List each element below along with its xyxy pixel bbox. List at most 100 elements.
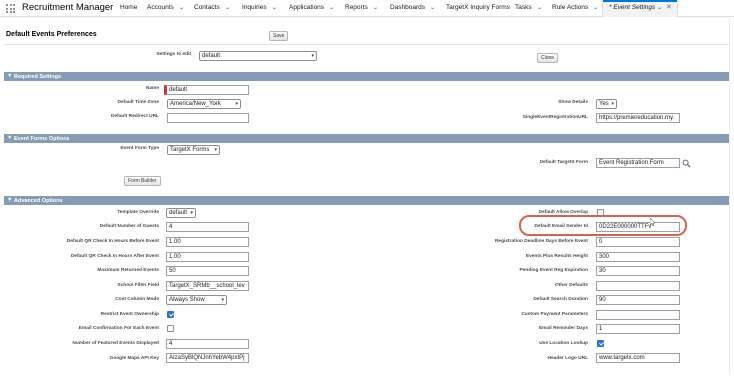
default-time-zone-select[interactable]: America/New_York ▾ <box>167 99 241 109</box>
active-tab-label: * Event Settings <box>609 4 656 11</box>
nav-tab-targetx-inquiry-forms[interactable]: TargetX Inquiry Forms <box>446 4 510 11</box>
divider <box>4 44 730 45</box>
collapse-triangle-icon[interactable]: ▼ <box>7 73 12 79</box>
collapse-triangle-icon[interactable]: ▼ <box>7 197 12 203</box>
settings-to-edit-label: Settings to edit <box>156 52 191 57</box>
nav-tab-tasks[interactable]: Tasks ⌄ <box>515 4 543 11</box>
featured-events-label: Number of Featured Events Displayed <box>72 341 159 346</box>
registration-deadline-days-label: Registration Deadline Days Before Event <box>494 239 588 244</box>
template-override-label: Template Override <box>117 210 159 215</box>
google-maps-api-key-field[interactable]: AIzaSyBlQNJnhYebW4pxtPj <box>166 353 249 363</box>
school-filter-field[interactable]: TargetX_SRMb__school_lev <box>166 281 249 291</box>
close-tab-icon[interactable]: ✕ <box>666 3 672 11</box>
page-title: Default Events Preferences <box>6 31 97 38</box>
chevron-down-icon[interactable]: ⌄ <box>328 4 335 11</box>
active-tab-indicator <box>603 0 677 2</box>
chevron-down-icon[interactable]: ⌄ <box>429 4 436 11</box>
template-override-select[interactable]: default ▾ <box>166 208 196 218</box>
qr-hours-before-field[interactable]: 1.00 <box>166 237 249 247</box>
cost-column-mode-select[interactable]: Always Show ▾ <box>166 295 227 305</box>
chevron-down-icon[interactable]: ⌄ <box>271 4 278 11</box>
maximum-returned-events-field[interactable]: 50 <box>166 266 249 276</box>
chevron-down-icon[interactable]: ⌄ <box>536 4 543 11</box>
other-defaults-label: Other Defaults <box>554 283 588 288</box>
google-maps-api-key-label: Google Maps API Key <box>109 356 159 361</box>
section-required-settings[interactable]: ▼ Required Settings <box>4 72 730 81</box>
use-location-lookup-checkbox[interactable] <box>597 340 604 347</box>
app-name: Recruitment Manager <box>22 2 114 13</box>
show-details-label: Show Details <box>558 100 588 105</box>
chevron-down-icon: ▾ <box>190 210 193 216</box>
default-redirect-url-label: Default Redirect URL <box>111 114 159 119</box>
nav-tab-rule-actions[interactable]: Rule Actions ⌄ <box>552 4 599 11</box>
default-number-of-guests-label: Default Number of Guests <box>99 224 159 229</box>
nav-tab-home[interactable]: Home <box>120 4 137 11</box>
qr-hours-before-label: Default QR Check In Hours Before Event <box>66 239 159 244</box>
clone-button[interactable]: Clone <box>537 53 559 63</box>
qr-hours-after-label: Default QR Check In Hours After Event <box>70 254 159 259</box>
name-field[interactable]: default <box>164 85 249 95</box>
maximum-returned-events-label: Maximum Returned Events <box>97 268 159 273</box>
default-number-of-guests-field[interactable]: 4 <box>166 222 249 232</box>
qr-hours-after-field[interactable]: 1.00 <box>166 252 249 262</box>
school-filter-field-label: School Filter Field <box>117 283 159 288</box>
restrict-event-ownership-label: Restrict Event Ownership <box>100 312 159 317</box>
default-search-duration-label: Default Search Duration <box>533 297 588 302</box>
default-search-duration-field[interactable]: 90 <box>596 295 680 305</box>
use-location-lookup-label: Use Location Lookup <box>539 341 588 346</box>
section-title: Advanced Options <box>14 197 63 204</box>
chevron-down-icon: ▾ <box>235 101 238 107</box>
collapse-triangle-icon[interactable]: ▼ <box>7 135 12 141</box>
email-reminder-days-field[interactable]: 1 <box>596 324 680 334</box>
nav-tab-reports[interactable]: Reports ⌄ <box>345 4 379 11</box>
default-time-zone-label: Default Time Zone <box>117 100 160 105</box>
default-targetx-form-field[interactable]: Event Registration Form <box>596 158 680 168</box>
scrollbar-track[interactable] <box>729 18 730 374</box>
chevron-down-icon[interactable]: ⌄ <box>592 4 599 11</box>
custom-payment-parameters-label: Custom Payment Parameters <box>521 312 588 317</box>
nav-tab-accounts[interactable]: Accounts ⌄ <box>147 4 185 11</box>
registration-deadline-days-field[interactable]: 0 <box>596 237 680 247</box>
mouse-cursor-icon <box>650 218 655 226</box>
cost-column-mode-label: Cost Column Mode <box>115 297 159 302</box>
form-builder-button[interactable]: Form Builder <box>124 176 161 186</box>
chevron-down-icon: ▾ <box>311 53 314 59</box>
show-details-select[interactable]: Yes ▾ <box>596 99 617 109</box>
chevron-down-icon: ▾ <box>221 297 224 303</box>
email-confirmation-checkbox[interactable] <box>167 325 174 332</box>
default-targetx-form-label: Default TargetX Form <box>539 160 588 165</box>
other-defaults-field[interactable] <box>596 281 680 291</box>
event-form-type-label: Event Form Type <box>120 146 159 151</box>
save-button[interactable]: Save <box>269 31 289 41</box>
pending-event-reg-expiration-label: Pending Event Reg Expiration <box>519 268 589 273</box>
chevron-down-icon: ▾ <box>611 101 614 107</box>
section-title: Event Forms Options <box>14 135 70 142</box>
chevron-down-icon[interactable]: ⌄ <box>372 4 379 11</box>
pending-event-reg-expiration-field[interactable]: 30 <box>596 266 680 276</box>
email-confirmation-label: Email Confirmation For Each Event <box>78 326 159 331</box>
section-event-forms-options[interactable]: ▼ Event Forms Options <box>4 134 730 143</box>
nav-tab-inquiries[interactable]: Inquiries ⌄ <box>242 4 278 11</box>
nav-tab-dashboards[interactable]: Dashboards ⌄ <box>390 4 436 11</box>
lookup-search-icon[interactable] <box>682 159 691 168</box>
single-event-registration-url-label: SingleEventRegistrationURL <box>522 115 588 120</box>
default-redirect-url-field[interactable] <box>167 113 249 123</box>
app-launcher-icon[interactable] <box>6 4 15 13</box>
restrict-event-ownership-checkbox[interactable] <box>167 311 174 318</box>
settings-to-edit-select[interactable]: default ▾ <box>199 51 317 61</box>
nav-tab-applications[interactable]: Applications ⌄ <box>289 4 335 11</box>
chevron-down-icon[interactable]: ⌄ <box>178 4 185 11</box>
event-form-type-select[interactable]: TargetX Forms ▾ <box>167 145 220 155</box>
section-advanced-options[interactable]: ▼ Advanced Options <box>4 196 730 205</box>
featured-events-field[interactable]: 4 <box>166 339 249 349</box>
custom-payment-parameters-field[interactable] <box>596 310 680 320</box>
chevron-down-icon[interactable]: ⌄ <box>656 4 663 11</box>
chevron-down-icon[interactable]: ⌄ <box>224 4 231 11</box>
header-logo-url-field[interactable]: www.targetx.com <box>596 353 680 363</box>
header-logo-url-label: Header Logo URL <box>547 356 588 361</box>
events-plus-results-height-field[interactable]: 300 <box>596 252 680 262</box>
section-title: Required Settings <box>14 73 62 80</box>
nav-tab-contacts[interactable]: Contacts ⌄ <box>194 4 231 11</box>
single-event-registration-url-field[interactable]: https://premiereducation.my. <box>596 113 680 123</box>
global-nav: Recruitment Manager Home Accounts ⌄ Conta… <box>0 0 734 17</box>
